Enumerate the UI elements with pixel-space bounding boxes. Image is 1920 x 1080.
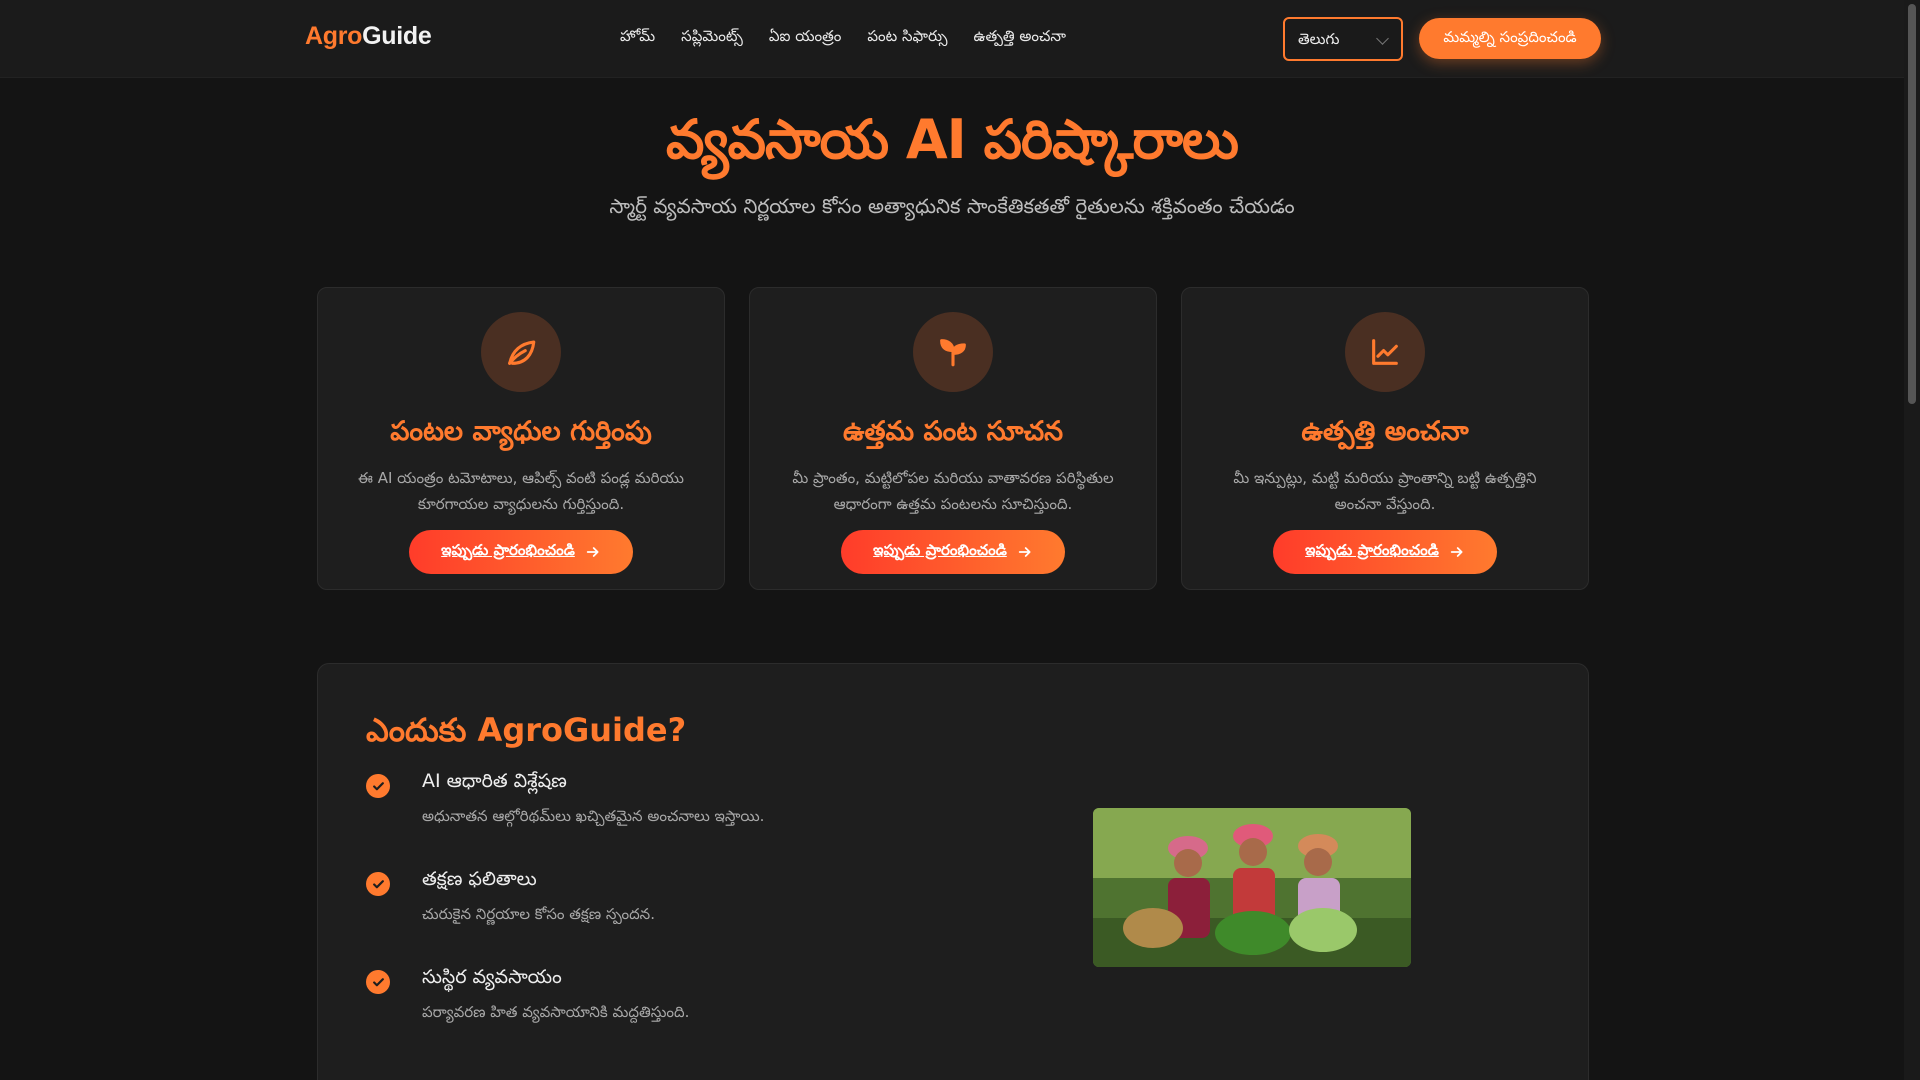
feature-description: చురుకైన నిర్ణయాల కోసం తక్షణ స్పందన. [422,905,655,923]
card-description: మీ ఇన్పుట్లు, మట్టి మరియు ప్రాంతాన్ని బట… [1233,469,1537,513]
logo-part-guide: Guide [362,22,432,50]
feature-description: పర్యావరణ హిత వ్యవసాయానికి మద్దతిస్తుంది. [422,1003,690,1021]
farmers-photo [1093,808,1411,967]
logo-part-agro: Agro [305,22,363,50]
site-header: AgroGuide హోమ్ సప్లిమెంట్స్ ఏఐ యంత్రం పం… [0,0,1904,78]
arrow-right-icon [1450,547,1463,557]
start-now-button[interactable]: ఇప్పుడు ప్రారంభించండి [841,530,1065,574]
language-select[interactable]: తెలుగు [1283,17,1403,61]
arrow-right-icon [586,547,599,557]
nav-crop-recommendation[interactable]: పంట సిఫార్సు [867,27,947,49]
nav-supplements[interactable]: సప్లిమెంట్స్ [681,27,743,49]
start-now-label: ఇప్పుడు ప్రారంభించండి [1305,541,1439,559]
card-description: మీ ప్రాంతం, మట్టిలోపల మరియు వాతావరణ పరిస… [792,469,1114,513]
start-now-button[interactable]: ఇప్పుడు ప్రారంభించండి [409,530,633,574]
logo[interactable]: AgroGuide [305,22,432,51]
nav-home[interactable]: హోమ్ [620,27,655,49]
card-description: ఈ AI యంత్రం టమోటాలు, ఆపిల్స్ వంటి పండ్ల … [358,469,684,513]
card-yield-prediction: ఉత్పత్తి అంచనా మీ ఇన్పుట్లు, మట్టి మరియు… [1181,287,1589,590]
card-title: పంటల వ్యాధుల గుర్తింపు [390,416,652,447]
nav-ai-machine[interactable]: ఏఐ యంత్రం [769,27,842,49]
feature-title: AI ఆధారిత విశ్లేషణ [422,770,567,792]
chevron-down-icon [1376,32,1389,45]
language-value: తెలుగు [1298,30,1340,48]
scrollbar[interactable] [1904,0,1920,1080]
check-circle-icon [366,774,390,798]
card-crop-recommendation: ఉత్తమ పంట సూచన మీ ప్రాంతం, మట్టిలోపల మరి… [749,287,1157,590]
arrow-right-icon [1018,547,1031,557]
contact-button[interactable]: మమ్మల్ని సంప్రదించండి [1419,18,1601,59]
chart-line-icon [1345,312,1425,392]
check-circle-icon [366,872,390,896]
start-now-label: ఇప్పుడు ప్రారంభించండి [441,541,575,559]
scrollbar-thumb[interactable] [1908,4,1916,404]
why-title: ఎందుకు AgroGuide? [366,711,687,749]
sprout-icon [913,312,993,392]
card-title: ఉత్తమ పంట సూచన [842,416,1064,447]
why-section: ఎందుకు AgroGuide? AI ఆధారిత విశ్లేషణ అధు… [317,663,1589,1080]
feature-title: సుస్థిర వ్యవసాయం [422,966,562,988]
leaf-icon [481,312,561,392]
feature-title: తక్షణ ఫలితాలు [422,868,537,890]
card-title: ఉత్పత్తి అంచనా [1301,416,1469,447]
main-nav: హోమ్ సప్లిమెంట్స్ ఏఐ యంత్రం పంట సిఫార్సు… [620,27,1066,49]
hero-title: వ్యవసాయ AI పరిష్కారాలు [666,108,1239,171]
check-circle-icon [366,970,390,994]
start-now-label: ఇప్పుడు ప్రారంభించండి [873,541,1007,559]
feature-description: అధునాతన ఆల్గోరిథమ్‌లు ఖచ్చితమైన అంచనాలు … [422,807,765,825]
card-disease-detection: పంటల వ్యాధుల గుర్తింపు ఈ AI యంత్రం టమోటా… [317,287,725,590]
nav-yield-prediction[interactable]: ఉత్పత్తి అంచనా [974,27,1067,49]
hero-subtitle: స్మార్ట్ వ్యవసాయ నిర్ణయాల కోసం అత్యాధుని… [609,194,1295,218]
start-now-button[interactable]: ఇప్పుడు ప్రారంభించండి [1273,530,1497,574]
